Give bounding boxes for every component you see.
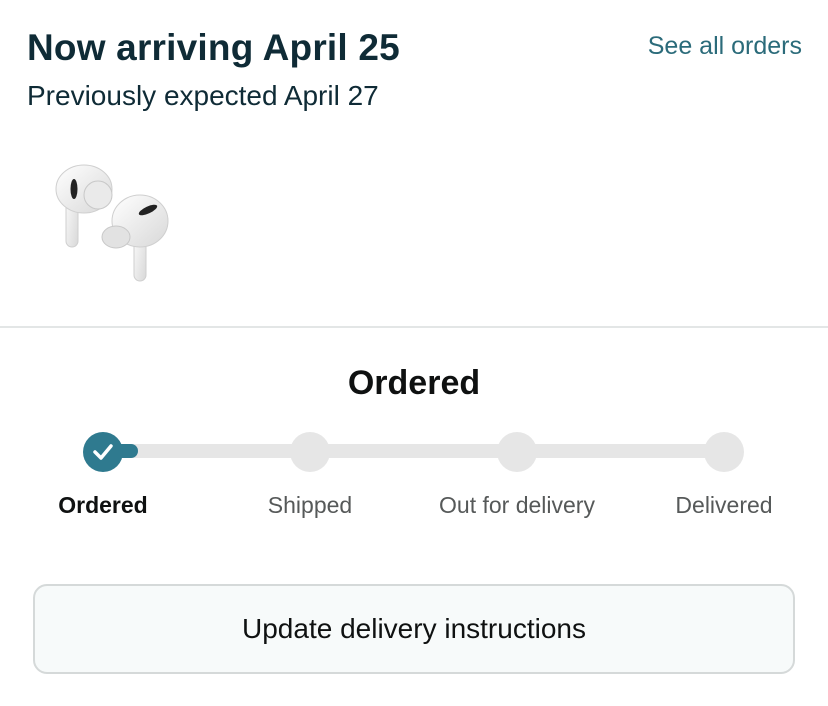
- product-image[interactable]: [48, 155, 172, 287]
- update-delivery-instructions-label: Update delivery instructions: [242, 613, 586, 644]
- step-ordered-dot: [83, 432, 123, 472]
- shipment-status-title: Ordered: [347, 364, 481, 402]
- step-label-shipped: Shipped: [267, 492, 353, 518]
- arrival-headline: Now arriving April 25: [27, 27, 400, 68]
- step-label-delivered: Delivered: [675, 492, 773, 518]
- step-label-out-for-delivery: Out for delivery: [439, 492, 595, 518]
- step-shipped-dot: [290, 432, 330, 472]
- step-out-for-delivery-dot: [497, 432, 537, 472]
- order-tracking-page: Now arriving April 25 Previously expecte…: [0, 0, 828, 706]
- step-delivered-dot: [704, 432, 744, 472]
- update-delivery-instructions-button[interactable]: Update delivery instructions: [33, 584, 795, 674]
- section-divider: [0, 326, 828, 328]
- progress-track: [104, 444, 724, 458]
- airpods-icon: [55, 164, 169, 282]
- checkmark-icon: [93, 444, 113, 460]
- previous-expected-text: Previously expected April 27: [27, 80, 379, 111]
- see-all-orders-link[interactable]: See all orders: [648, 32, 802, 61]
- step-label-ordered: Ordered: [58, 492, 148, 518]
